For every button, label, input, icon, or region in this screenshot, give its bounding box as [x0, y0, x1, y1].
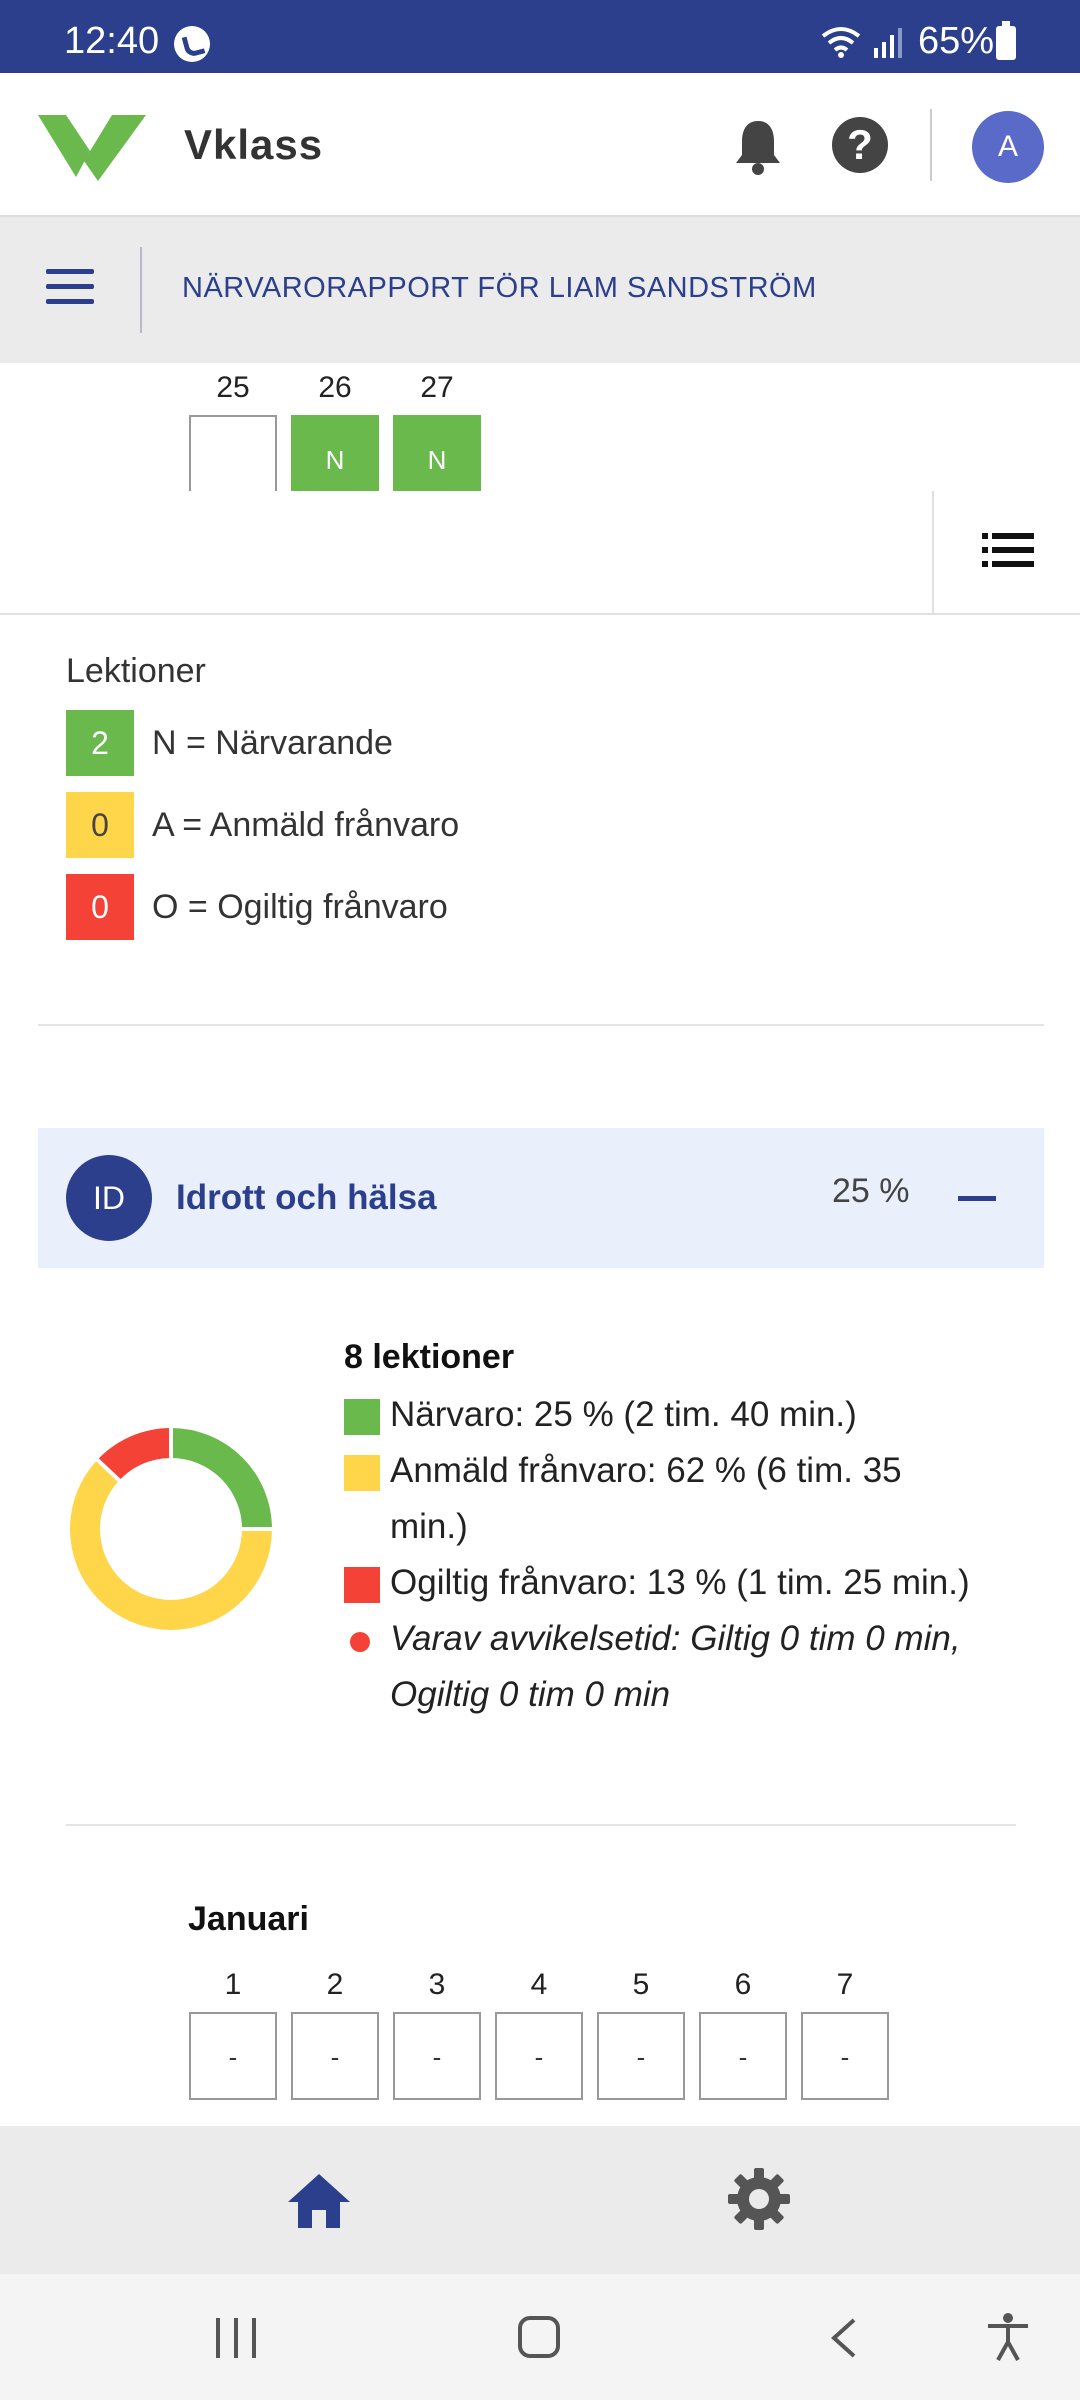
day-cell[interactable]: - — [291, 2012, 379, 2100]
legend-label: N = Närvarande — [152, 724, 393, 762]
red-dot-icon — [350, 1632, 370, 1652]
accessibility-icon[interactable] — [986, 2312, 1030, 2362]
system-home-icon[interactable] — [518, 2316, 560, 2358]
day-number: 3 — [428, 1968, 446, 2001]
section-divider — [38, 1024, 1044, 1026]
system-navigation-bar — [0, 2274, 1080, 2400]
attendance-stats: 8 lektioner Närvaro: 25 % (2 tim. 40 min… — [344, 1338, 1044, 1723]
calendar-day[interactable]: 26 N — [290, 363, 380, 491]
row-divider — [932, 491, 934, 613]
calendar-day[interactable]: 6 - — [698, 1960, 788, 2100]
calendar-week-strip: 25 26 N 27 N — [0, 363, 1080, 491]
stat-deviation: Varav avvikelsetid: Giltig 0 tim 0 min, … — [344, 1611, 1024, 1723]
home-icon[interactable] — [286, 2172, 352, 2230]
calendar-day[interactable]: 25 — [188, 363, 278, 491]
month-title: Januari — [188, 1900, 309, 1938]
vklass-logo-icon — [38, 115, 146, 181]
settings-gear-icon[interactable] — [726, 2166, 792, 2232]
stat-reported-absence: Anmäld frånvaro: 62 % (6 tim. 35 min.) — [344, 1443, 984, 1555]
recent-apps-icon[interactable] — [216, 2318, 260, 2358]
day-cell[interactable]: - — [393, 2012, 481, 2100]
app-name: Vklass — [184, 121, 324, 168]
hamburger-menu-icon[interactable] — [46, 269, 96, 305]
yellow-square-icon — [344, 1455, 380, 1491]
day-number: 27 — [420, 371, 454, 404]
lesson-count: 8 lektioner — [344, 1338, 515, 1376]
day-cell[interactable]: N — [393, 415, 481, 491]
subject-badge: ID — [66, 1155, 152, 1241]
legend-label: O = Ogiltig frånvaro — [152, 888, 448, 926]
calendar-day[interactable]: 4 - — [494, 1960, 584, 2100]
legend-count: 0 — [66, 792, 134, 858]
legend-title: Lektioner — [66, 652, 206, 690]
day-number: 5 — [632, 1968, 650, 2001]
page-title: NÄRVARORAPPORT FÖR LIAM SANDSTRÖM — [182, 272, 817, 304]
legend-count: 2 — [66, 710, 134, 776]
help-icon[interactable]: ? — [832, 117, 888, 173]
back-icon[interactable] — [830, 2318, 858, 2358]
bottom-navigation — [0, 2126, 1080, 2274]
page-title-bar: NÄRVARORAPPORT FÖR LIAM SANDSTRÖM — [0, 217, 1080, 363]
day-number: 1 — [224, 1968, 242, 2001]
battery-percent: 65% — [918, 20, 995, 62]
stat-presence-text: Närvaro: 25 % (2 tim. 40 min.) — [390, 1395, 857, 1434]
day-cell[interactable]: - — [495, 2012, 583, 2100]
day-cell[interactable]: - — [699, 2012, 787, 2100]
subject-name: Idrott och hälsa — [176, 1178, 437, 1217]
legend-label: A = Anmäld frånvaro — [152, 806, 460, 844]
view-toggle-row — [0, 491, 1080, 615]
app-header: Vklass ? A — [0, 73, 1080, 217]
avatar[interactable]: A — [972, 111, 1044, 183]
calendar-day[interactable]: 27 N — [392, 363, 482, 491]
day-cell[interactable]: - — [189, 2012, 277, 2100]
legend-count: 0 — [66, 874, 134, 940]
green-square-icon — [344, 1399, 380, 1435]
section-divider — [66, 1824, 1016, 1826]
day-number: 26 — [318, 371, 352, 404]
day-cell[interactable]: N — [291, 415, 379, 491]
calendar-day[interactable]: 5 - — [596, 1960, 686, 2100]
subject-percent: 25 % — [832, 1172, 910, 1210]
day-number: 2 — [326, 1968, 344, 2001]
stat-reported-absence-text: Anmäld frånvaro: 62 % (6 tim. 35 min.) — [390, 1451, 902, 1546]
calendar-day[interactable]: 1 - — [188, 1960, 278, 2100]
calendar-day[interactable]: 2 - — [290, 1960, 380, 2100]
battery-icon — [996, 21, 1016, 60]
stat-invalid-absence-text: Ogiltig frånvaro: 13 % (1 tim. 25 min.) — [390, 1563, 970, 1602]
red-square-icon — [344, 1567, 380, 1603]
stat-presence: Närvaro: 25 % (2 tim. 40 min.) — [344, 1387, 1044, 1443]
wifi-icon — [821, 27, 861, 58]
day-number: 7 — [836, 1968, 854, 2001]
day-number: 6 — [734, 1968, 752, 2001]
day-cell[interactable]: - — [597, 2012, 685, 2100]
day-cell[interactable]: - — [801, 2012, 889, 2100]
title-divider — [140, 247, 142, 333]
day-number: 4 — [530, 1968, 548, 2001]
status-time: 12:40 — [64, 20, 160, 62]
subject-header[interactable]: ID Idrott och hälsa 25 % — [38, 1128, 1044, 1268]
header-divider — [930, 109, 932, 181]
calendar-day[interactable]: 7 - — [800, 1960, 890, 2100]
notification-bell-icon[interactable] — [730, 117, 786, 177]
stat-deviation-text: Varav avvikelsetid: Giltig 0 tim 0 min, … — [390, 1619, 961, 1714]
status-bar: 12:40 65% — [0, 0, 1080, 73]
signal-icon — [874, 28, 902, 58]
day-cell[interactable] — [189, 415, 277, 491]
list-view-icon[interactable] — [982, 533, 1034, 567]
attendance-donut-chart — [70, 1427, 273, 1630]
phone-call-icon — [174, 26, 210, 62]
collapse-icon[interactable] — [958, 1196, 996, 1201]
day-number: 25 — [216, 371, 250, 404]
calendar-day[interactable]: 3 - — [392, 1960, 482, 2100]
stat-invalid-absence: Ogiltig frånvaro: 13 % (1 tim. 25 min.) — [344, 1555, 1044, 1611]
